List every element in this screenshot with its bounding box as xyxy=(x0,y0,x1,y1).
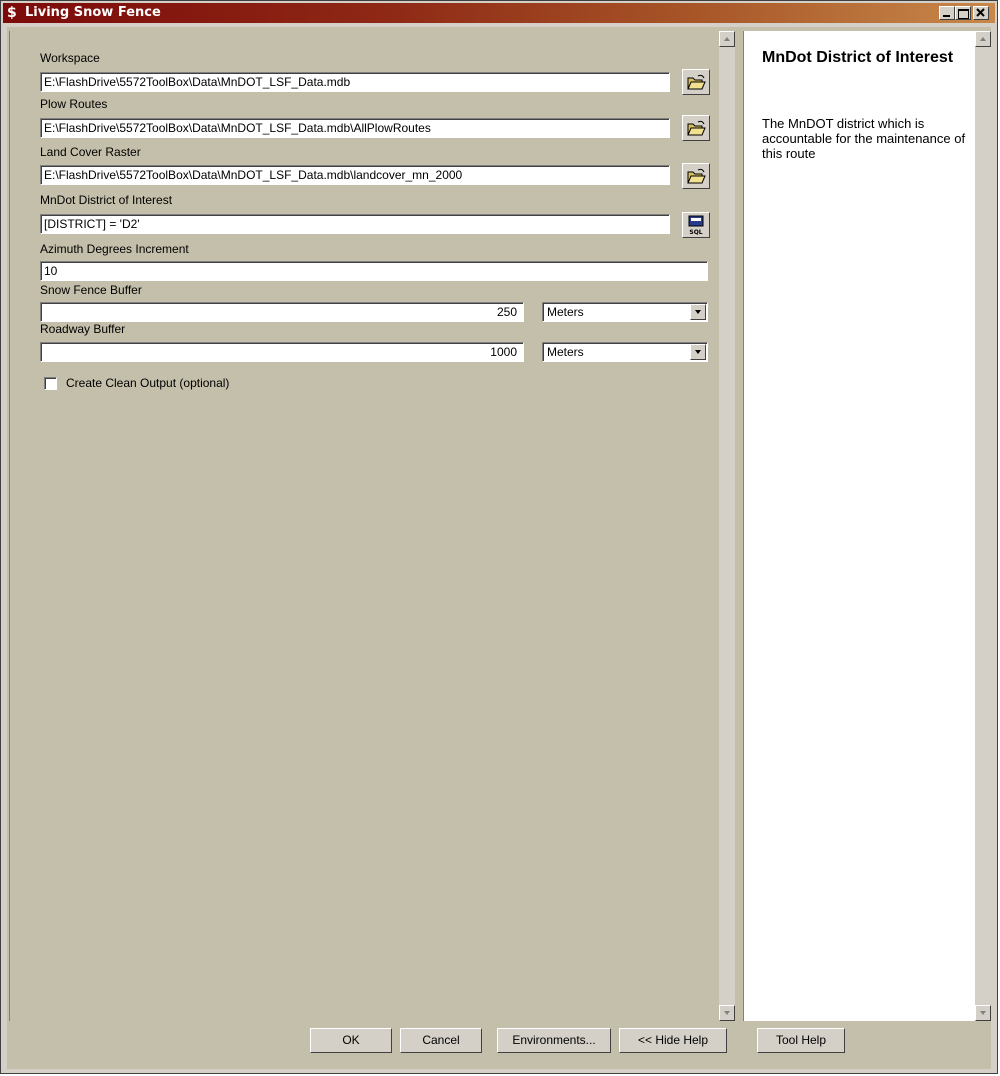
open-folder-icon xyxy=(687,120,706,136)
scroll-down-icon[interactable] xyxy=(719,1005,735,1021)
title-bar[interactable]: $ Living Snow Fence xyxy=(3,3,995,23)
tool-help-button[interactable]: Tool Help xyxy=(757,1028,845,1053)
snow-fence-unit-select[interactable]: Meters xyxy=(542,302,708,322)
scroll-up-icon[interactable] xyxy=(719,31,735,47)
chevron-down-icon[interactable] xyxy=(690,304,706,320)
azimuth-input[interactable]: 10 xyxy=(40,261,708,281)
roadway-buffer-input[interactable]: 1000 xyxy=(40,342,524,362)
minimize-icon xyxy=(943,15,950,17)
open-folder-icon xyxy=(687,74,706,90)
chevron-down-icon[interactable] xyxy=(690,344,706,360)
land-cover-browse-button[interactable] xyxy=(682,163,710,189)
scroll-down-icon[interactable] xyxy=(975,1005,991,1021)
clean-output-checkbox[interactable] xyxy=(44,377,57,390)
help-body: The MnDOT district which is accountable … xyxy=(762,116,966,161)
roadway-buffer-label: Roadway Buffer xyxy=(40,322,126,336)
workspace-label: Workspace xyxy=(40,51,100,65)
cancel-button[interactable]: Cancel xyxy=(400,1028,482,1053)
help-scrollbar[interactable] xyxy=(975,31,991,1021)
plow-routes-label: Plow Routes xyxy=(40,97,108,111)
plow-routes-browse-button[interactable] xyxy=(682,115,710,141)
scroll-up-icon[interactable] xyxy=(975,31,991,47)
minimize-button[interactable] xyxy=(939,6,955,20)
roadway-unit-select[interactable]: Meters xyxy=(542,342,708,362)
environments-button[interactable]: Environments... xyxy=(497,1028,611,1053)
roadway-unit-value: Meters xyxy=(547,345,584,359)
ok-button[interactable]: OK xyxy=(310,1028,392,1053)
land-cover-label: Land Cover Raster xyxy=(40,145,141,159)
district-label: MnDot District of Interest xyxy=(40,193,173,207)
sql-query-button[interactable]: SQL xyxy=(682,212,710,238)
workspace-browse-button[interactable] xyxy=(682,69,710,95)
help-title: MnDot District of Interest xyxy=(762,49,954,66)
azimuth-label: Azimuth Degrees Increment xyxy=(40,242,189,256)
snow-fence-buffer-input[interactable]: 250 xyxy=(40,302,524,322)
sql-icon-label: SQL xyxy=(689,229,702,236)
sql-icon: SQL xyxy=(688,215,704,236)
district-query-input[interactable]: [DISTRICT] = 'D2' xyxy=(40,214,670,234)
land-cover-input[interactable]: E:\FlashDrive\5572ToolBox\Data\MnDOT_LSF… xyxy=(40,165,670,185)
close-button[interactable] xyxy=(973,6,989,20)
window-title: Living Snow Fence xyxy=(25,5,161,20)
hide-help-button[interactable]: << Hide Help xyxy=(619,1028,727,1053)
maximize-button[interactable] xyxy=(955,6,971,20)
tool-dialog-window: $ Living Snow Fence Workspace E:\FlashDr… xyxy=(0,0,998,1074)
workspace-input[interactable]: E:\FlashDrive\5572ToolBox\Data\MnDOT_LSF… xyxy=(40,72,670,92)
open-folder-icon xyxy=(687,168,706,184)
dialog-client-area: Workspace E:\FlashDrive\5572ToolBox\Data… xyxy=(7,27,991,1069)
dollar-sign-icon: $ xyxy=(7,5,17,21)
clean-output-label: Create Clean Output (optional) xyxy=(66,376,230,390)
snow-fence-buffer-label: Snow Fence Buffer xyxy=(40,283,142,297)
parameters-panel: Workspace E:\FlashDrive\5572ToolBox\Data… xyxy=(9,31,718,1021)
maximize-icon xyxy=(958,9,969,19)
close-icon xyxy=(976,8,985,17)
parameters-scrollbar[interactable] xyxy=(719,31,735,1021)
help-panel: MnDot District of Interest The MnDOT dis… xyxy=(743,31,976,1021)
plow-routes-input[interactable]: E:\FlashDrive\5572ToolBox\Data\MnDOT_LSF… xyxy=(40,118,670,138)
snow-fence-unit-value: Meters xyxy=(547,305,584,319)
